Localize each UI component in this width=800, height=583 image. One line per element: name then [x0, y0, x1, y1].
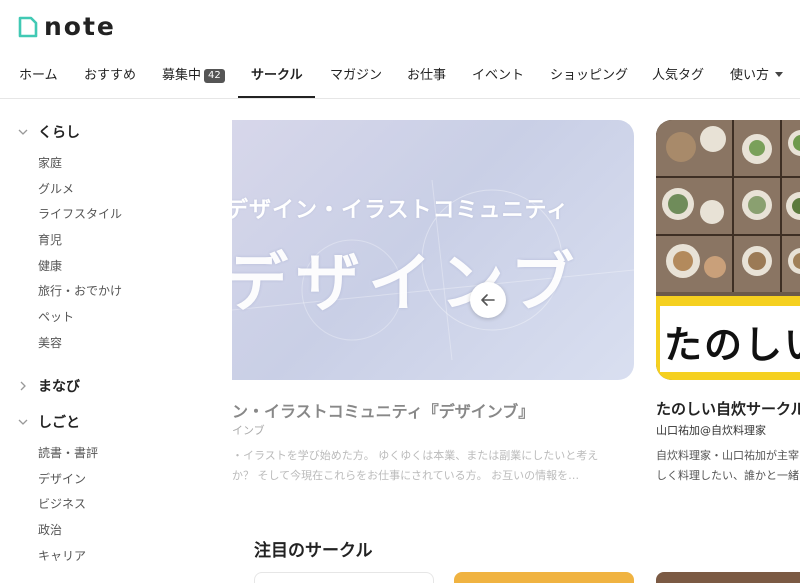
circle-card-image-design[interactable]: デザイン・イラストコミュニティ デザインブ [232, 120, 634, 380]
note-logo-icon [18, 16, 38, 38]
arrow-left-icon [481, 294, 495, 306]
tab-label: サークル [251, 68, 303, 83]
sidebar-item[interactable]: ペット [38, 308, 74, 325]
sidebar-item[interactable]: 育児 [38, 231, 62, 248]
category-label: まなび [38, 379, 80, 395]
hero-subtitle: デザイン・イラストコミュニティ [232, 198, 570, 223]
sidebar-item[interactable]: デザイン [38, 470, 86, 487]
food-photo [734, 120, 780, 176]
circle-author[interactable]: 山口祐加@自炊料理家 [656, 422, 766, 438]
tab-label: ホーム [19, 68, 58, 83]
food-photo [734, 236, 780, 292]
featured-circles-heading: 注目のサークル [254, 541, 373, 561]
chevron-right-icon [16, 381, 30, 391]
tab-label: ショッピング [550, 68, 629, 83]
sidebar-item[interactable]: 健康 [38, 257, 62, 274]
description-line: しく料理したい、誰かと一緒に [656, 469, 800, 482]
tab-label: お仕事 [407, 68, 447, 83]
count-badge: 42 [204, 69, 225, 83]
tab-label: マガジン [330, 68, 383, 83]
food-photo [656, 236, 732, 292]
tab-jobs[interactable]: お仕事 [407, 56, 446, 98]
circle-title[interactable]: ン・イラストコミュニティ『デザインブ』 [232, 398, 534, 422]
food-photo [782, 120, 800, 176]
tab-events[interactable]: イベント [472, 56, 524, 98]
sidebar-item[interactable]: グルメ [38, 180, 74, 197]
circle-title[interactable]: たのしい自炊サークル [656, 398, 800, 419]
sidebar-item[interactable]: 美容 [38, 334, 62, 351]
food-photo [656, 120, 732, 176]
cover-title: たのしい [664, 323, 800, 367]
description-line: ・イラストを学び始めた方。 ゆくゆくは本業、または副業にしたいと考え [232, 449, 599, 462]
main-content: デザイン・イラストコミュニティ デザインブ ン・イラストコミュニティ『デザインブ… [232, 100, 800, 583]
sidebar-item[interactable]: ビジネス [38, 495, 86, 512]
food-photo [782, 178, 800, 234]
tab-recruiting[interactable]: 募集中 42 [162, 56, 225, 98]
header: note [0, 0, 800, 56]
tab-label: 使い方 [730, 68, 770, 83]
food-photo [782, 236, 800, 292]
tab-label: おすすめ [84, 68, 137, 83]
hero-title: デザインブ [232, 247, 583, 321]
tab-how-to-use[interactable]: 使い方 [730, 56, 784, 98]
circle-description: 自炊料理家・山口祐加が主宰 しく料理したい、誰かと一緒に [656, 446, 800, 486]
sidebar-item[interactable]: 政治 [38, 521, 62, 538]
food-photo [656, 178, 732, 234]
tab-label: 人気タグ [652, 68, 705, 83]
brand-name: note [44, 12, 116, 41]
featured-card[interactable] [254, 572, 434, 583]
sidebar-item[interactable]: 読書・書評 [38, 444, 98, 461]
category-label: くらし [38, 125, 80, 141]
sidebar-item[interactable]: 家庭 [38, 154, 62, 171]
sidebar-category-shigoto[interactable]: しごと [16, 412, 80, 432]
tab-shopping[interactable]: ショッピング [550, 56, 628, 98]
category-nav: ホーム おすすめ 募集中 42 サークル マガジン お仕事 イベント ショッピング… [0, 56, 800, 99]
tab-label: 募集中 [162, 68, 202, 83]
tab-popular-tags[interactable]: 人気タグ [652, 56, 704, 98]
food-photo-grid [656, 120, 800, 292]
tab-label: イベント [472, 68, 525, 83]
featured-card[interactable] [454, 572, 634, 583]
description-line: か？ そして今現在これらをお仕事にされている方。 お互いの情報を… [232, 469, 580, 482]
carousel-prev-button[interactable] [470, 282, 506, 318]
chevron-down-icon [16, 419, 30, 425]
sidebar-item[interactable]: 旅行・おでかけ [38, 282, 122, 299]
sidebar-item[interactable]: ライフスタイル [38, 205, 122, 222]
sidebar-category-manabi[interactable]: まなび [16, 376, 80, 396]
tab-circle[interactable]: サークル [251, 56, 303, 98]
active-tab-indicator [238, 96, 315, 98]
tab-magazine[interactable]: マガジン [330, 56, 382, 98]
food-photo [734, 178, 780, 234]
circle-author[interactable]: インブ [232, 422, 265, 438]
description-line: 自炊料理家・山口祐加が主宰 [656, 449, 799, 462]
tab-home[interactable]: ホーム [19, 56, 58, 98]
sidebar-item[interactable]: キャリア [38, 547, 86, 564]
chevron-down-icon [775, 72, 784, 77]
circle-card-image-cooking[interactable]: たのしい [656, 120, 800, 380]
category-label: しごと [38, 415, 80, 431]
featured-card[interactable] [656, 572, 800, 583]
note-logo[interactable]: note [18, 14, 116, 40]
chevron-down-icon [16, 129, 30, 135]
sidebar-category-kurashi[interactable]: くらし [16, 122, 80, 142]
sidebar: くらし 家庭 グルメ ライフスタイル 育児 健康 旅行・おでかけ ペット 美容 … [0, 100, 232, 583]
tab-recommended[interactable]: おすすめ [84, 56, 136, 98]
circle-description: ・イラストを学び始めた方。 ゆくゆくは本業、または副業にしたいと考え か？ そし… [232, 446, 634, 486]
